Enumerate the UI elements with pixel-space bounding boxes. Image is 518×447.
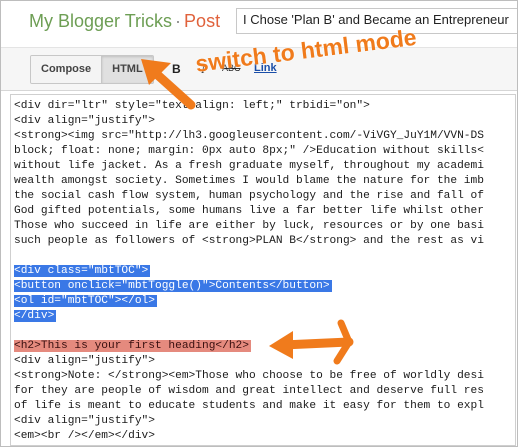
code-line-text: without life jacket. As a fresh graduate… (14, 160, 484, 172)
code-line: for they are people of wisdom and great … (14, 384, 484, 399)
bold-icon[interactable]: B (172, 62, 181, 76)
code-line-text: <em><br /></em></div> (14, 430, 155, 442)
compose-mode-button[interactable]: Compose (31, 56, 102, 83)
code-line: the social cash flow system, human psych… (14, 189, 484, 204)
code-line-text: wealth amongst society. Sometimes I woul… (14, 175, 484, 187)
code-line-text: of life is meant to educate students and… (14, 400, 484, 412)
code-line: such people as followers of <strong>PLAN… (14, 234, 484, 249)
code-line-text: <h2>This is your first heading</h2> (14, 340, 251, 352)
html-code-editor[interactable]: <div dir="ltr" style="text-align: left;"… (10, 94, 516, 446)
code-line: God gifted potentials, some humans live … (14, 204, 484, 219)
editor-mode-switch: Compose HTML (30, 55, 154, 84)
code-line: <div align="justify"> (14, 114, 484, 129)
code-line-text: the social cash flow system, human psych… (14, 190, 484, 202)
code-line-text: God gifted potentials, some humans live … (14, 205, 484, 217)
code-line-text: <div dir="ltr" style="text-align: left;"… (14, 100, 370, 112)
code-line-text: </div> (14, 310, 57, 322)
code-line: of life is meant to educate students and… (14, 399, 484, 414)
code-line-text: <strong>Note: </strong><em>Those who cho… (14, 370, 484, 382)
code-line: Those who succeed in life are either by … (14, 219, 484, 234)
code-line-text: for they are people of wisdom and great … (14, 385, 484, 397)
code-line: <div align="justify"> (14, 414, 484, 429)
code-line: <h2>This is your first heading</h2> (14, 339, 484, 354)
code-line: block; float: none; margin: 0px auto 8px… (14, 144, 484, 159)
code-line: <div class="mbtTOC"> (14, 264, 484, 279)
code-line-text: block; float: none; margin: 0px auto 8px… (14, 145, 484, 157)
code-line: <button onclick="mbtToggle()">Contents</… (14, 279, 484, 294)
code-line: <ol id="mbtTOC"></ol> (14, 294, 484, 309)
editor-header: My Blogger Tricks · Post I Chose 'Plan B' … (1, 1, 517, 45)
title-separator: · (175, 11, 182, 31)
blogger-post-editor-window: My Blogger Tricks · Post I Chose 'Plan B' … (0, 0, 518, 447)
code-line: <div dir="ltr" style="text-align: left;"… (14, 99, 484, 114)
code-line-text: <button onclick="mbtToggle()">Contents</… (14, 280, 332, 292)
code-line-text: such people as followers of <strong>PLAN… (14, 235, 484, 247)
code-line: <em><br /></em></div> (14, 429, 484, 444)
code-line-text: <div align="justify"> (14, 355, 155, 367)
code-line-text: <div align="justify"> (14, 115, 155, 127)
code-line-text: Those who succeed in life are either by … (14, 220, 484, 232)
code-line: </div> (14, 309, 484, 324)
code-line-text: <div class="mbtTOC"> (14, 265, 151, 277)
section-label: Post (184, 11, 221, 31)
code-line: without life jacket. As a fresh graduate… (14, 159, 484, 174)
code-line: <div align="justify"> (14, 354, 484, 369)
blog-title: My Blogger Tricks · Post (29, 11, 220, 32)
code-line-text: <strong><img src="http://lh3.googleuserc… (14, 130, 484, 142)
code-line-text: <ol id="mbtTOC"></ol> (14, 295, 157, 307)
code-line: <strong><img src="http://lh3.googleuserc… (14, 129, 484, 144)
code-line: wealth amongst society. Sometimes I woul… (14, 174, 484, 189)
html-mode-button[interactable]: HTML (101, 56, 153, 83)
code-lines: <div dir="ltr" style="text-align: left;"… (14, 99, 484, 444)
blog-name: My Blogger Tricks (29, 11, 173, 31)
code-line-text: <div align="justify"> (14, 415, 155, 427)
code-line: <strong>Note: </strong><em>Those who cho… (14, 369, 484, 384)
